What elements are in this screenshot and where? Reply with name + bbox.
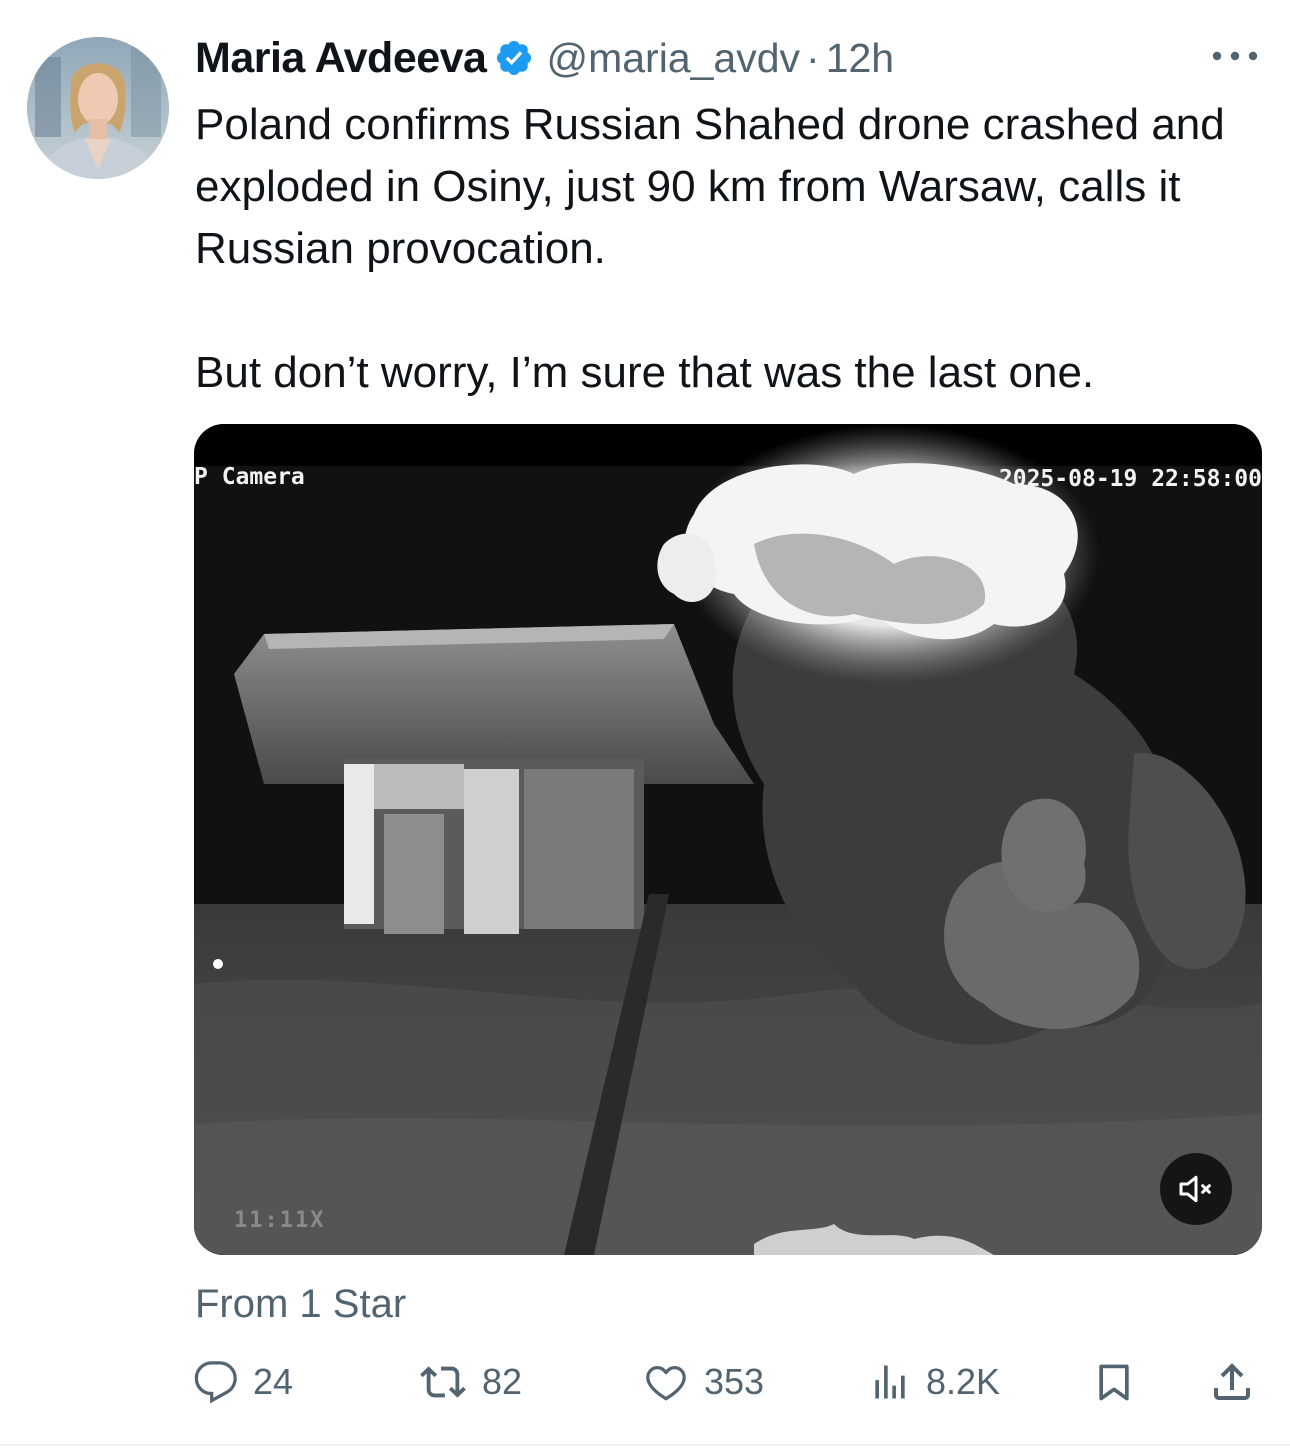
views-icon — [875, 1365, 905, 1399]
views-count: 8.2K — [926, 1361, 1001, 1402]
header-separator: · — [806, 34, 820, 81]
author-avatar[interactable] — [27, 37, 169, 179]
more-horizontal-icon — [1212, 51, 1258, 61]
tweet-source[interactable]: From 1 Star — [195, 1282, 406, 1327]
like-count: 353 — [704, 1361, 765, 1402]
author-name[interactable]: Maria Avdeeva — [195, 34, 487, 83]
more-options-button[interactable] — [1210, 44, 1260, 68]
tweet-actions: 24 82 353 8.2K — [0, 1352, 1290, 1412]
volume-muted-icon — [1179, 1175, 1211, 1203]
repost-icon — [420, 1366, 466, 1398]
bookmark-icon — [1099, 1364, 1129, 1401]
avatar-image — [27, 37, 169, 179]
camera-label: P Camera — [194, 464, 305, 490]
tweet-text: Poland confirms Russian Shahed drone cra… — [195, 94, 1255, 404]
views-button[interactable]: 8.2K — [868, 1352, 1000, 1412]
repost-button[interactable]: 82 — [418, 1352, 522, 1412]
reply-count: 24 — [253, 1361, 294, 1402]
like-button[interactable]: 353 — [642, 1352, 764, 1412]
tweet-text-paragraph-2: But don’t worry, I’m sure that was the l… — [195, 348, 1095, 397]
camera-timestamp: 2025-08-19 22:58:00 — [998, 466, 1262, 492]
video-frame — [194, 424, 1262, 1255]
divider — [0, 1444, 1290, 1446]
bookmark-button[interactable] — [1092, 1352, 1136, 1412]
tweet-header: Maria Avdeeva @maria_avdv · 12h — [195, 28, 894, 88]
reply-button[interactable]: 24 — [193, 1352, 293, 1412]
reply-icon — [194, 1361, 237, 1404]
tweet-text-paragraph-1: Poland confirms Russian Shahed drone cra… — [195, 100, 1225, 273]
repost-count: 82 — [482, 1361, 523, 1402]
camera-bottom-label: 11:11X — [234, 1208, 326, 1233]
share-icon — [1214, 1363, 1250, 1400]
author-handle[interactable]: @maria_avdv — [546, 35, 800, 82]
mute-toggle-button[interactable] — [1160, 1153, 1232, 1225]
heart-icon — [646, 1365, 686, 1401]
verified-badge-icon — [494, 38, 534, 78]
share-button[interactable] — [1208, 1352, 1256, 1412]
video-player[interactable]: P Camera 2025-08-19 22:58:00 11:11X — [194, 424, 1262, 1255]
tweet-timestamp[interactable]: 12h — [826, 35, 894, 82]
